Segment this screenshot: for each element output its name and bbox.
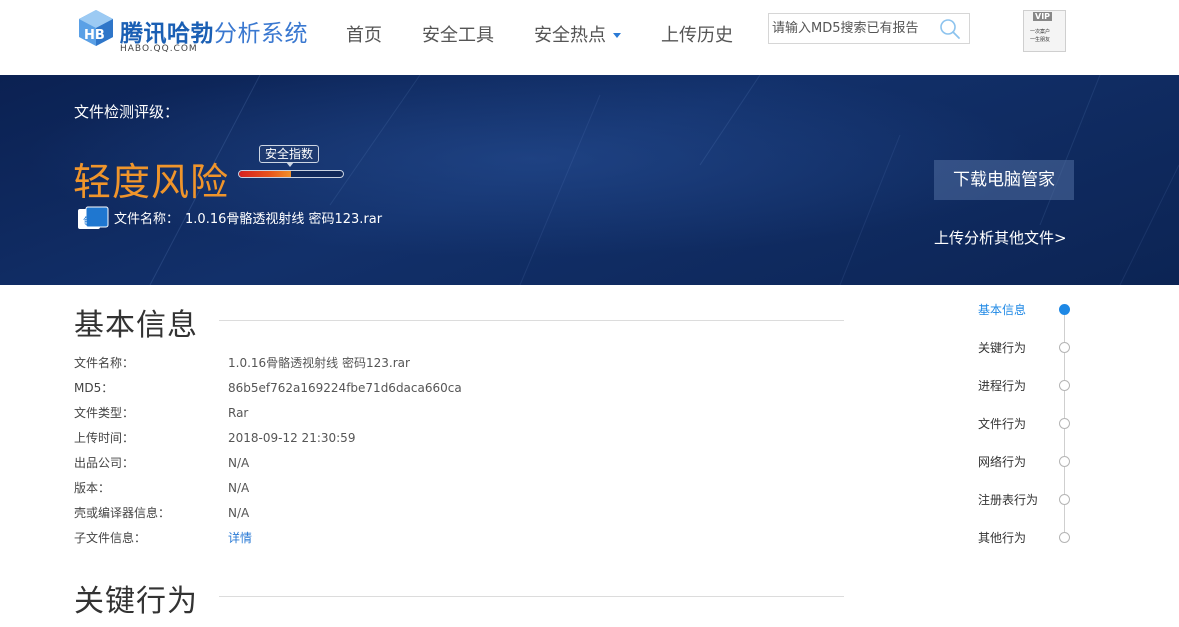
info-row-file-name: 文件名称： 1.0.16骨骼透视射线 密码123.rar [74, 354, 774, 379]
info-key: 文件类型： [74, 406, 135, 420]
logo-title: 腾讯哈勃分析系统 [120, 14, 308, 48]
upload-other-file-link[interactable]: 上传分析其他文件> [934, 227, 1067, 248]
habo-cube-icon: HB [79, 10, 113, 46]
info-value: 86b5ef762a169224fbe71d6daca660ca [228, 381, 462, 395]
sidenav-item-label: 基本信息 [978, 303, 1027, 317]
security-index-label: 安全指数 [259, 145, 320, 167]
security-index-bar [238, 170, 344, 178]
sidenav-item-basic-info[interactable]: 基本信息 [978, 300, 1078, 320]
sidenav-item-label: 关键行为 [978, 341, 1027, 355]
sidenav-item-registry-behavior[interactable]: 注册表行为 [978, 490, 1078, 510]
nav-upload-history-label: 上传历史 [661, 25, 733, 46]
info-key: 文件名称： [74, 356, 135, 370]
main-nav: 首页 安全工具 安全热点 上传历史 [346, 20, 773, 48]
info-row-packer: 壳或编译器信息： N/A [74, 504, 774, 529]
archive-file-icon: 包 [78, 206, 109, 229]
info-row-publisher: 出品公司： N/A [74, 454, 774, 479]
info-row-upload-time: 上传时间： 2018-09-12 21:30:59 [74, 429, 774, 454]
info-value: N/A [228, 456, 250, 470]
banner-file-name-value: 1.0.16骨骼透视射线 密码123.rar [185, 212, 383, 227]
info-value: N/A [228, 481, 250, 495]
svg-text:HB: HB [84, 28, 105, 43]
sidenav-item-file-behavior[interactable]: 文件行为 [978, 414, 1078, 434]
sidenav-dot-icon [1059, 494, 1070, 505]
md5-search-box [768, 13, 970, 44]
result-banner: 文件检测评级： 轻度风险 安全指数 包 文件名称： 1.0.16骨骼透视射线 密码… [0, 75, 1179, 285]
grade-label: 文件检测评级： [74, 103, 180, 121]
info-row-subfiles: 子文件信息： 详情 [74, 529, 774, 554]
subfile-details-link[interactable]: 详情 [228, 529, 252, 547]
logo-title-light: 分析系统 [214, 21, 308, 47]
top-header: HB 腾讯哈勃分析系统 HABO.QQ.COM 首页 安全工具 安全热点 上传历… [0, 0, 1179, 75]
nav-upload-history[interactable]: 上传历史 [661, 20, 733, 48]
banner-file-name: 文件名称： 1.0.16骨骼透视射线 密码123.rar [114, 208, 382, 227]
sidenav-item-label: 其他行为 [978, 531, 1027, 545]
security-index-fill [239, 171, 291, 177]
sidenav-item-label: 网络行为 [978, 455, 1027, 469]
key-behavior-divider [219, 596, 844, 597]
basic-info-table: 文件名称： 1.0.16骨骼透视射线 密码123.rar MD5： 86b5ef… [74, 354, 774, 554]
info-row-version: 版本： N/A [74, 479, 774, 504]
banner-file-name-label: 文件名称： [114, 212, 180, 227]
info-key: 版本： [74, 481, 111, 495]
avatar-text-line2: 一生朋友 [1030, 37, 1051, 43]
nav-security-tools[interactable]: 安全工具 [422, 20, 494, 48]
basic-info-divider [219, 320, 844, 321]
info-value: Rar [228, 406, 249, 420]
nav-security-hotspots[interactable]: 安全热点 [534, 20, 621, 48]
download-pc-manager-button[interactable]: 下载电脑管家 [934, 160, 1074, 200]
info-key: 出品公司： [74, 456, 135, 470]
section-side-nav: 基本信息 关键行为 进程行为 文件行为 网络行为 注册表行为 其他行为 [978, 300, 1078, 550]
info-value: 2018-09-12 21:30:59 [228, 431, 356, 445]
sidenav-dot-icon [1059, 532, 1070, 543]
avatar-text-line1: 一次案户 [1030, 29, 1051, 35]
sidenav-dot-icon [1059, 380, 1070, 391]
sidenav-item-label: 文件行为 [978, 417, 1027, 431]
sidenav-item-label: 注册表行为 [978, 493, 1039, 507]
nav-home-label: 首页 [346, 25, 382, 46]
nav-security-hotspots-label: 安全热点 [534, 25, 606, 46]
caret-down-icon [613, 32, 621, 38]
sidenav-item-other-behavior[interactable]: 其他行为 [978, 528, 1078, 548]
sidenav-item-label: 进程行为 [978, 379, 1027, 393]
sidenav-item-network-behavior[interactable]: 网络行为 [978, 452, 1078, 472]
risk-level: 轻度风险 [73, 160, 230, 204]
search-icon[interactable] [939, 18, 961, 40]
info-key: MD5： [74, 381, 114, 395]
info-value: 1.0.16骨骼透视射线 密码123.rar [228, 356, 410, 370]
svg-text:包: 包 [83, 215, 92, 227]
info-key: 子文件信息： [74, 531, 147, 545]
info-value: N/A [228, 506, 250, 520]
info-key: 上传时间： [74, 431, 135, 445]
info-key: 壳或编译器信息： [74, 506, 171, 520]
sidenav-dot-icon [1059, 304, 1070, 315]
basic-info-title: 基本信息 [74, 308, 198, 343]
sidenav-dot-icon [1059, 418, 1070, 429]
avatar-vip-badge: VIP [1033, 12, 1053, 21]
sidenav-dot-icon [1059, 342, 1070, 353]
nav-security-tools-label: 安全工具 [422, 25, 494, 46]
info-row-md5: MD5： 86b5ef762a169224fbe71d6daca660ca [74, 379, 774, 404]
sidenav-item-process-behavior[interactable]: 进程行为 [978, 376, 1078, 396]
sidenav-item-key-behavior[interactable]: 关键行为 [978, 338, 1078, 358]
user-avatar[interactable]: VIP 一次案户 一生朋友 [1023, 10, 1066, 52]
info-row-file-type: 文件类型： Rar [74, 404, 774, 429]
md5-search-input[interactable] [772, 14, 932, 43]
key-behavior-title: 关键行为 [74, 584, 198, 619]
logo-subtitle: HABO.QQ.COM [120, 44, 198, 54]
sidenav-dot-icon [1059, 456, 1070, 467]
nav-home[interactable]: 首页 [346, 20, 382, 48]
habo-logo[interactable]: HB 腾讯哈勃分析系统 HABO.QQ.COM [76, 8, 316, 60]
